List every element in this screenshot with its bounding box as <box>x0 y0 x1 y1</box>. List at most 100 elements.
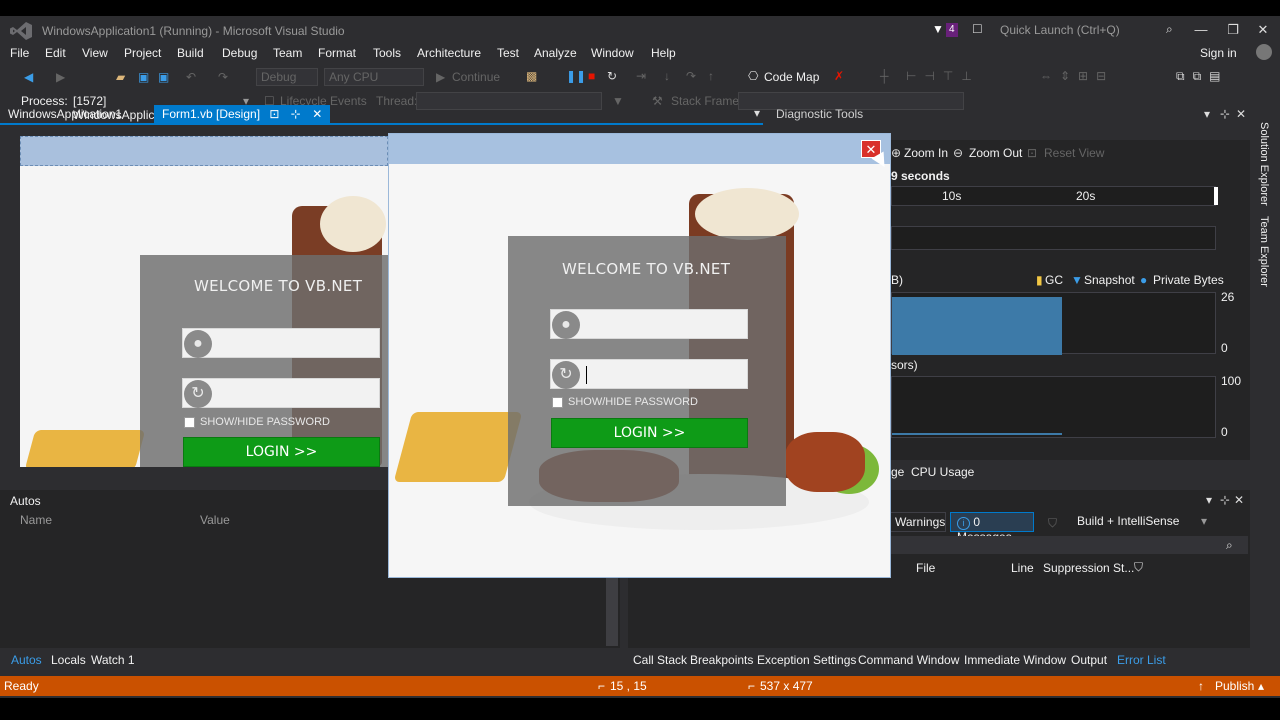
feedback-icon[interactable]: ☐ <box>972 22 983 36</box>
zoom-out-button[interactable]: Zoom Out <box>969 146 1022 160</box>
close-window-button[interactable]: ✕ <box>1252 20 1274 40</box>
order-icons[interactable]: ⧉⧉▤ <box>1176 69 1228 83</box>
account-icon[interactable] <box>1256 44 1272 60</box>
messages-filter[interactable]: i 0 Messages <box>950 512 1034 544</box>
tab-exception-settings[interactable]: Exception Settings <box>757 653 856 667</box>
menu-file[interactable]: File <box>10 46 29 60</box>
team-explorer-tab[interactable]: Team Explorer <box>1258 216 1270 287</box>
column-filter-icon[interactable]: ⛉ <box>1134 560 1143 574</box>
designer-username-field[interactable]: ● <box>182 328 380 358</box>
pin-icon[interactable]: ⊡ <box>269 107 279 121</box>
build-filter-select[interactable]: Build + IntelliSense ▾ <box>1072 512 1212 532</box>
running-login-panel[interactable]: WELCOME TO VB.NET ● ↻ SHOW/HIDE PASSWORD… <box>508 236 786 506</box>
tab-error-list[interactable]: Error List <box>1117 653 1166 667</box>
tab-cpu-usage[interactable]: CPU Usage <box>911 465 974 479</box>
publish-chevron-icon[interactable]: ▴ <box>1258 679 1264 693</box>
publish-button[interactable]: Publish <box>1215 679 1254 693</box>
search-icon[interactable]: ⌕ <box>1166 22 1173 36</box>
tab-pin-icon[interactable]: ⊹ <box>291 107 301 121</box>
login-button[interactable]: LOGIN >> <box>551 418 748 448</box>
password-input[interactable]: ↻ <box>550 359 748 389</box>
error-search-icon[interactable]: ⌕ <box>1226 538 1233 552</box>
config-select[interactable]: Debug <box>256 68 318 86</box>
quick-launch-input[interactable]: Quick Launch (Ctrl+Q) <box>992 20 1184 40</box>
autos-col-value[interactable]: Value <box>200 513 230 527</box>
tab-autos[interactable]: Autos <box>11 653 42 667</box>
form-designer-surface[interactable]: WELCOME TO VB.NET ● ↻ SHOW/HIDE PASSWORD… <box>20 136 388 467</box>
tab-output[interactable]: Output <box>1071 653 1107 667</box>
designer-login-panel[interactable]: WELCOME TO VB.NET ● ↻ SHOW/HIDE PASSWORD… <box>140 255 388 467</box>
menu-test[interactable]: Test <box>497 46 519 60</box>
breakpoint-icon[interactable]: ✗ <box>834 69 844 83</box>
menu-debug[interactable]: Debug <box>222 46 257 60</box>
col-suppression[interactable]: Suppression St... <box>1043 561 1134 575</box>
menu-view[interactable]: View <box>82 46 108 60</box>
errorlist-pin-icon[interactable]: ⊹ <box>1220 493 1230 507</box>
sign-in-link[interactable]: Sign in <box>1200 46 1237 60</box>
solution-explorer-tab[interactable]: Solution Explorer <box>1258 122 1270 206</box>
running-form-titlebar[interactable]: ✕ <box>389 134 890 164</box>
menu-architecture[interactable]: Architecture <box>417 46 481 60</box>
redo-icon[interactable]: ↷ <box>218 70 228 84</box>
step-over-icon[interactable]: ↷ <box>686 69 696 83</box>
undo-icon[interactable]: ↶ <box>186 70 196 84</box>
save-all-icon[interactable]: ▣ <box>158 70 169 84</box>
back-icon[interactable]: ◀ <box>24 70 33 84</box>
tab-diagnostics-partial[interactable]: ge <box>891 465 904 479</box>
designer-login-button[interactable]: LOGIN >> <box>183 437 380 467</box>
pane-close-icon[interactable]: ✕ <box>1236 107 1246 121</box>
save-icon[interactable]: ▣ <box>138 70 149 84</box>
username-input[interactable]: ● <box>550 309 748 339</box>
errorlist-close-icon[interactable]: ✕ <box>1234 493 1244 507</box>
code-map-icon[interactable]: ⎔ <box>748 69 758 83</box>
step-into-icon[interactable]: ↓ <box>664 69 670 83</box>
maximize-button[interactable]: ❐ <box>1222 20 1244 40</box>
show-password-checkbox[interactable] <box>552 397 563 408</box>
menu-build[interactable]: Build <box>177 46 204 60</box>
attach-icon[interactable]: ▩ <box>526 69 537 83</box>
pane-dropdown-icon[interactable]: ▾ <box>1204 107 1210 121</box>
error-search-input[interactable]: ⌕ <box>888 536 1248 554</box>
menu-edit[interactable]: Edit <box>45 46 66 60</box>
tab-watch-1[interactable]: Watch 1 <box>91 653 135 667</box>
events-track[interactable] <box>891 226 1216 250</box>
continue-button[interactable]: Continue <box>452 70 500 84</box>
designer-show-password-checkbox[interactable] <box>184 417 195 428</box>
warnings-filter[interactable]: Warnings <box>888 512 946 532</box>
autos-col-name[interactable]: Name <box>20 513 52 527</box>
cpu-graph[interactable] <box>891 376 1216 438</box>
timeline-ruler[interactable]: 10s 20s <box>891 186 1218 206</box>
errorlist-dropdown-icon[interactable]: ▾ <box>1206 493 1212 507</box>
menu-format[interactable]: Format <box>318 46 356 60</box>
zoom-out-icon[interactable]: ⊖ <box>953 146 963 160</box>
menu-team[interactable]: Team <box>273 46 302 60</box>
tab-close-icon[interactable]: ✕ <box>312 107 322 121</box>
menu-analyze[interactable]: Analyze <box>534 46 577 60</box>
spacing-icons[interactable]: ⇔⇕⊞⊟ <box>1040 69 1114 83</box>
menu-help[interactable]: Help <box>651 46 676 60</box>
col-file[interactable]: File <box>916 561 935 575</box>
tab-immediate-window[interactable]: Immediate Window <box>964 653 1066 667</box>
continue-icon[interactable]: ▶ <box>436 70 445 84</box>
reset-view-button[interactable]: Reset View <box>1044 146 1104 160</box>
reset-view-icon[interactable]: ⊡ <box>1027 146 1037 160</box>
tab-call-stack[interactable]: Call Stack <box>633 653 687 667</box>
notification-badge[interactable]: 4 <box>946 23 958 37</box>
tab-windowsapplication1[interactable]: WindowsApplication1 <box>0 105 130 123</box>
zoom-in-icon[interactable]: ⊕ <box>891 146 901 160</box>
pause-icon[interactable]: ❚❚ <box>566 69 586 83</box>
col-line[interactable]: Line <box>1011 561 1034 575</box>
thread-select[interactable] <box>416 92 602 110</box>
platform-select[interactable]: Any CPU <box>324 68 424 86</box>
restart-icon[interactable]: ↻ <box>607 69 617 83</box>
menu-tools[interactable]: Tools <box>373 46 401 60</box>
designer-password-field[interactable]: ↻ <box>182 378 380 408</box>
step-out-icon[interactable]: ↑ <box>708 69 714 83</box>
forward-icon[interactable]: ▶ <box>56 70 65 84</box>
tab-locals[interactable]: Locals <box>51 653 86 667</box>
pane-pin-icon[interactable]: ⊹ <box>1220 107 1230 121</box>
thread-filter-icon[interactable]: ▼ <box>612 94 624 108</box>
memory-graph[interactable] <box>891 292 1216 355</box>
tab-overflow-icon[interactable]: ▾ <box>754 106 760 120</box>
zoom-in-button[interactable]: Zoom In <box>904 146 948 160</box>
